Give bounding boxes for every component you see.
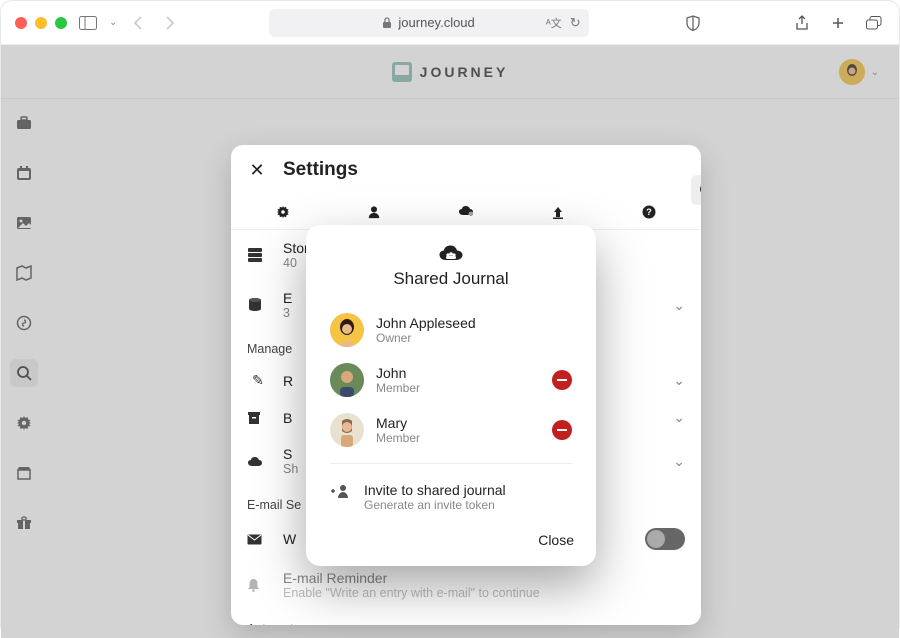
member-name: John Appleseed [376,315,572,331]
settings-title: Settings [283,159,358,181]
share-icon[interactable] [791,12,813,34]
nav-back-button[interactable] [127,12,149,34]
close-modal-button[interactable]: Close [538,532,574,548]
member-name: John [376,365,540,381]
bell-icon [247,578,269,592]
minimize-window-button[interactable] [35,17,47,29]
divider [330,463,572,464]
chevron-down-icon[interactable]: ⌄ [109,17,117,28]
member-role: Member [376,381,540,395]
avatar [330,363,364,397]
invite-title: Invite to shared journal [364,482,506,498]
nav-forward-button[interactable] [159,12,181,34]
tab-help[interactable]: ? [603,195,695,229]
member-owner: John Appleseed Owner [306,305,596,355]
tab-account[interactable] [329,195,421,229]
lock-icon [382,17,392,29]
pencil-icon: ✎ [247,372,269,389]
maximize-window-button[interactable] [55,17,67,29]
close-window-button[interactable] [15,17,27,29]
tab-upload[interactable] [512,195,604,229]
database-icon [247,297,269,313]
invite-sub: Generate an invite token [364,498,506,512]
remove-member-button[interactable] [552,370,572,390]
email-write-toggle[interactable] [645,528,685,550]
avatar [330,413,364,447]
mail-icon [247,534,269,545]
tabs-icon[interactable] [863,12,885,34]
shield-icon[interactable] [682,12,704,34]
automate-heading: Automate [231,610,701,625]
email-reminder-sub: Enable "Write an entry with e-mail" to c… [283,586,685,600]
email-reminder-label: E-mail Reminder [283,570,685,586]
archive-icon [247,411,269,425]
avatar [330,313,364,347]
server-icon [247,247,269,263]
svg-text:?: ? [646,207,652,217]
url-text: journey.cloud [398,15,474,30]
member-row: John Member [306,355,596,405]
add-person-icon [330,482,350,498]
sidebar-toggle-icon[interactable] [77,12,99,34]
browser-chrome: ⌄ journey.cloud ᴬ文 ↻ [1,1,899,45]
email-reminder-row: E-mail Reminder Enable "Write an entry w… [231,560,701,610]
close-settings-button[interactable]: ✕ [247,160,267,181]
search-button[interactable] [691,175,701,205]
member-role: Owner [376,331,572,345]
member-role: Member [376,431,540,445]
cloud-icon [247,456,269,467]
reload-icon[interactable]: ↻ [570,15,581,31]
chevron-down-icon: ⌄ [673,372,685,389]
invite-row[interactable]: Invite to shared journal Generate an inv… [306,472,596,522]
chevron-down-icon: ⌄ [673,409,685,426]
tab-general[interactable] [237,195,329,229]
tab-cloud[interactable] [420,195,512,229]
member-name: Mary [376,415,540,431]
chevron-down-icon[interactable]: ⌄ [673,297,685,314]
modal-title: Shared Journal [306,269,596,289]
address-bar[interactable]: journey.cloud ᴬ文 ↻ [269,9,589,37]
shared-journal-modal: Shared Journal John Appleseed Owner John… [306,225,596,566]
window-controls [15,17,67,29]
member-row: Mary Member [306,405,596,455]
cloud-share-icon [438,243,464,263]
chevron-down-icon: ⌄ [673,453,685,470]
app-frame: JOURNEY ⌄ ✕ Settings [1,45,899,638]
translate-icon[interactable]: ᴬ文 [546,15,562,31]
new-tab-icon[interactable] [827,12,849,34]
remove-member-button[interactable] [552,420,572,440]
